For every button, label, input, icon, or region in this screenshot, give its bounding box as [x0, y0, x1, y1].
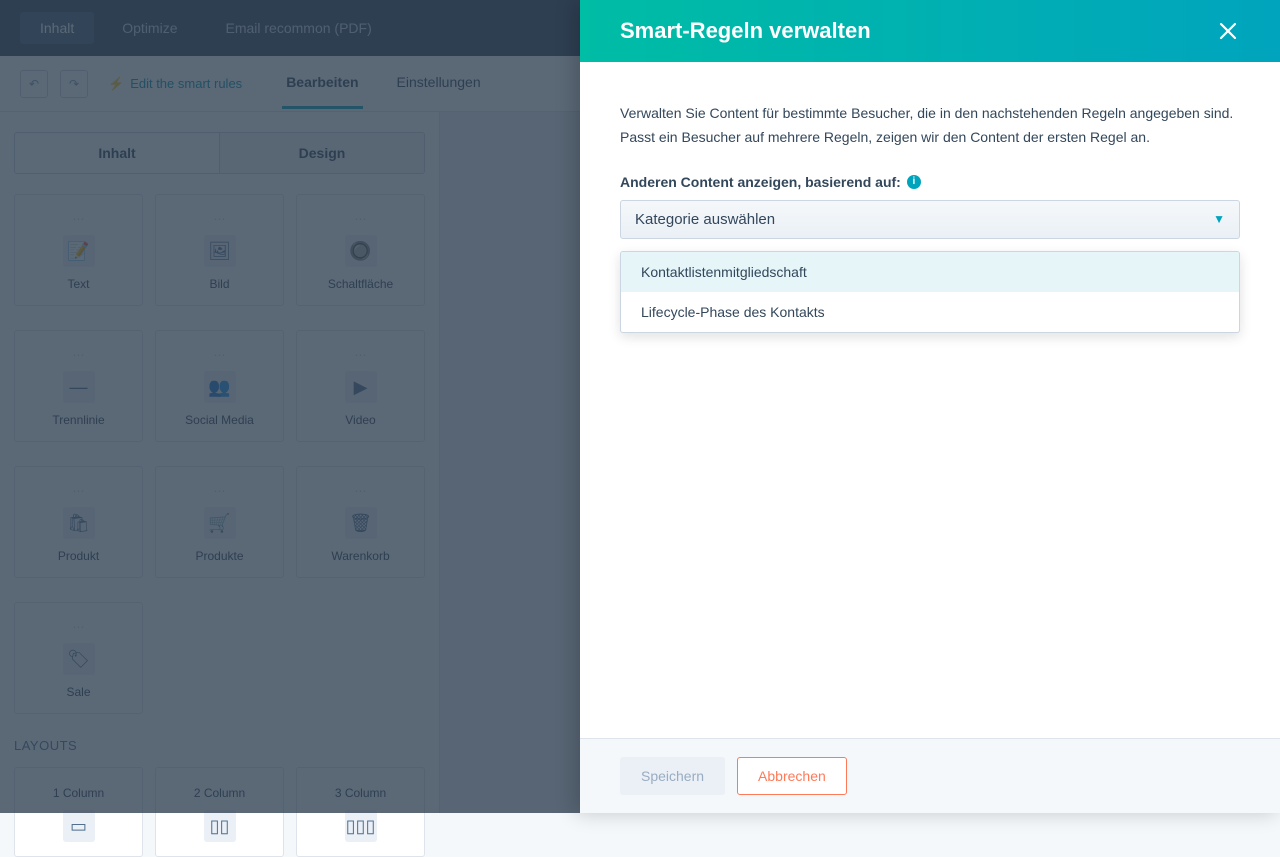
save-button[interactable]: Speichern	[620, 757, 725, 795]
panel-body: Verwalten Sie Content für bestimmte Besu…	[580, 62, 1280, 738]
category-field-label: Anderen Content anzeigen, basierend auf:…	[620, 174, 1240, 190]
panel-title: Smart-Regeln verwalten	[620, 18, 871, 44]
layout-2col-icon: ▯▯	[204, 810, 236, 842]
panel-header: Smart-Regeln verwalten	[580, 0, 1280, 62]
close-button[interactable]	[1216, 19, 1240, 43]
close-icon	[1219, 22, 1237, 40]
category-select[interactable]: Kategorie auswählen ▼	[620, 200, 1240, 239]
category-dropdown: Kontaktlistenmitgliedschaft Lifecycle-Ph…	[620, 251, 1240, 333]
layout-3col-icon: ▯▯▯	[345, 810, 377, 842]
help-icon[interactable]: i	[907, 175, 921, 189]
option-contact-list-membership[interactable]: Kontaktlistenmitgliedschaft	[621, 252, 1239, 292]
caret-down-icon: ▼	[1213, 212, 1225, 226]
smart-rules-panel: Smart-Regeln verwalten Verwalten Sie Con…	[580, 0, 1280, 813]
layout-1col-icon: ▭	[63, 810, 95, 842]
select-placeholder: Kategorie auswählen	[635, 211, 775, 228]
panel-intro-text: Verwalten Sie Content für bestimmte Besu…	[620, 102, 1240, 150]
option-lifecycle-phase[interactable]: Lifecycle-Phase des Kontakts	[621, 292, 1239, 332]
panel-footer: Speichern Abbrechen	[580, 738, 1280, 813]
cancel-button[interactable]: Abbrechen	[737, 757, 847, 795]
